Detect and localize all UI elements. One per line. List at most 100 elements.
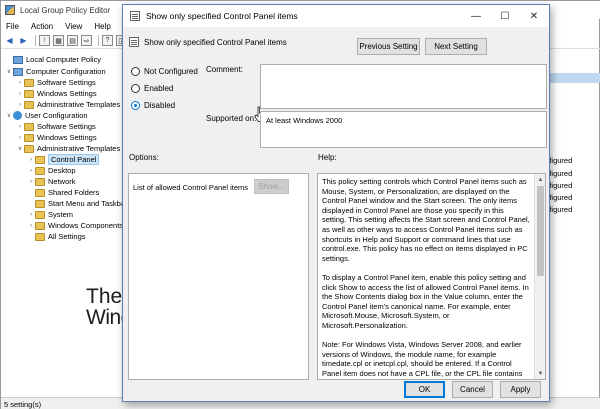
chevron-right-icon[interactable]: › <box>16 102 24 108</box>
chevron-down-icon[interactable]: ∨ <box>5 68 13 75</box>
options-pane: List of allowed Control Panel items Show… <box>128 173 309 380</box>
forward-arrow-icon[interactable]: ▶ <box>18 35 29 46</box>
tree-item-local-computer-policy[interactable]: Local Computer Policy <box>5 54 101 65</box>
chevron-right-icon[interactable]: › <box>16 91 24 97</box>
comment-textarea[interactable] <box>260 64 547 109</box>
folder-icon <box>35 221 45 230</box>
radio-not-configured[interactable]: Not Configured <box>131 67 198 76</box>
tree-item-label: Windows Settings <box>37 133 97 142</box>
dialog-title: Show only specified Control Panel items <box>146 11 298 21</box>
view-icon[interactable]: ▤ <box>67 35 78 46</box>
gpedit-app-icon <box>5 5 15 15</box>
chevron-right-icon[interactable]: › <box>27 212 35 218</box>
tree-item-control-panel[interactable]: › Control Panel <box>27 154 100 165</box>
toolbar-separator <box>35 35 36 46</box>
apply-button[interactable]: Apply <box>500 381 541 398</box>
chevron-right-icon[interactable]: › <box>27 179 35 185</box>
menu-file[interactable]: File <box>6 22 19 31</box>
close-icon[interactable]: ✕ <box>520 5 548 27</box>
tree-item-network[interactable]: › Network <box>27 176 76 187</box>
main-window-title: Local Group Policy Editor <box>20 5 111 15</box>
tree-item-all-settings[interactable]: All Settings <box>27 231 86 242</box>
radio-button[interactable] <box>131 101 140 110</box>
export-list-icon[interactable]: ⇨ <box>81 35 92 46</box>
setting-name: Show only specified Control Panel items <box>144 37 287 47</box>
tree-item-windows-components[interactable]: › Windows Components <box>27 220 123 231</box>
help-icon[interactable]: ? <box>102 35 113 46</box>
chevron-down-icon[interactable]: ∨ <box>16 145 24 152</box>
menu-help[interactable]: Help <box>94 22 110 31</box>
tree-item-label: Windows Components <box>48 221 124 230</box>
tree-item-desktop[interactable]: › Desktop <box>27 165 76 176</box>
radio-button[interactable] <box>131 67 140 76</box>
folder-icon <box>35 199 45 208</box>
radio-enabled[interactable]: Enabled <box>131 84 173 93</box>
tree-item-label: Network <box>48 177 76 186</box>
tree-item-label: System <box>48 210 74 219</box>
tree-item-software-settings[interactable]: › Software Settings <box>16 121 96 132</box>
minimize-icon[interactable]: — <box>462 5 490 27</box>
tree-item-user-configuration[interactable]: ∨ User Configuration <box>5 110 88 121</box>
tree-item-windows-settings[interactable]: › Windows Settings <box>16 88 97 99</box>
tree-item-shared-folders[interactable]: Shared Folders <box>27 187 99 198</box>
comment-label: Comment: <box>206 65 243 74</box>
previous-setting-button[interactable]: Previous Setting <box>357 38 420 55</box>
radio-disabled[interactable]: Disabled <box>131 101 175 110</box>
chevron-right-icon[interactable]: › <box>16 124 24 130</box>
tree-item-label: Administrative Templates <box>37 100 121 109</box>
tree-item-label: Desktop <box>48 166 76 175</box>
menu-view[interactable]: View <box>65 22 82 31</box>
tree-item-label: All Settings <box>48 232 86 241</box>
policy-setting-dialog: Show only specified Control Panel items … <box>122 4 550 402</box>
folder-icon <box>24 89 34 98</box>
policy-setting-icon <box>130 11 140 21</box>
next-setting-button[interactable]: Next Setting <box>425 38 487 55</box>
folder-icon <box>35 188 45 197</box>
back-arrow-icon[interactable]: ◀ <box>4 35 15 46</box>
radio-label: Disabled <box>144 101 176 110</box>
scroll-down-icon[interactable]: ▼ <box>535 368 545 379</box>
tree-item-system[interactable]: › System <box>27 209 73 220</box>
menu-action[interactable]: Action <box>31 22 53 31</box>
tree-item-label: Computer Configuration <box>26 67 106 76</box>
status-text: 5 setting(s) <box>4 399 42 409</box>
show-hide-tree-icon[interactable]: ▦ <box>53 35 64 46</box>
options-label: Options: <box>129 153 159 162</box>
ok-button[interactable]: OK <box>404 381 445 398</box>
chevron-right-icon[interactable]: › <box>27 223 35 229</box>
help-paragraph: Note: For Windows Vista, Windows Server … <box>322 340 523 379</box>
dialog-header: Show only specified Control Panel items <box>129 37 287 47</box>
tree-item-label: Shared Folders <box>48 188 100 197</box>
scroll-thumb[interactable] <box>537 186 544 276</box>
folder-icon <box>35 210 45 219</box>
tree-item-label: Local Computer Policy <box>26 55 102 64</box>
chevron-down-icon[interactable]: ∨ <box>5 112 13 119</box>
chevron-right-icon[interactable]: › <box>27 168 35 174</box>
show-button[interactable]: Show... <box>254 179 289 194</box>
computer-icon <box>13 55 23 64</box>
chevron-right-icon[interactable]: › <box>27 157 35 163</box>
tree-item-administrative-templates[interactable]: ∨ Administrative Templates <box>16 143 120 154</box>
tree-item-computer-configuration[interactable]: ∨ Computer Configuration <box>5 66 106 77</box>
folder-icon <box>35 166 45 175</box>
maximize-icon[interactable]: ☐ <box>491 5 519 27</box>
folder-icon <box>24 144 34 153</box>
tree-item-administrative-templates[interactable]: › Administrative Templates <box>16 99 120 110</box>
scroll-up-icon[interactable]: ▲ <box>535 174 545 185</box>
radio-label: Not Configured <box>144 67 198 76</box>
tree-item-start-menu-and-taskbar[interactable]: Start Menu and Taskba <box>27 198 125 209</box>
help-paragraph: To display a Control Panel item, enable … <box>322 272 529 330</box>
tree-item-label: Control Panel <box>48 154 100 165</box>
chevron-right-icon[interactable]: › <box>16 80 24 86</box>
help-pane[interactable]: This policy setting controls which Contr… <box>317 173 546 380</box>
help-scrollbar[interactable]: ▲ ▼ <box>534 174 545 379</box>
folder-icon <box>24 133 34 142</box>
chevron-right-icon[interactable]: › <box>16 135 24 141</box>
supported-on-field: At least Windows 2000 <box>260 111 547 148</box>
up-folder-icon[interactable]: ↑ <box>39 35 50 46</box>
tree-item-windows-settings[interactable]: › Windows Settings <box>16 132 97 143</box>
tree-item-label: User Configuration <box>25 111 88 120</box>
tree-item-software-settings[interactable]: › Software Settings <box>16 77 96 88</box>
radio-button[interactable] <box>131 84 140 93</box>
cancel-button[interactable]: Cancel <box>452 381 493 398</box>
